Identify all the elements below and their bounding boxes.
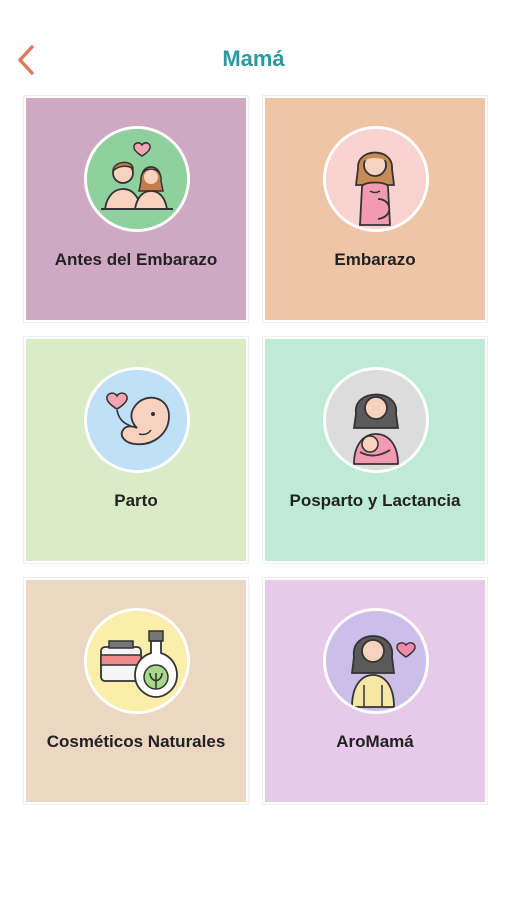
category-label: Antes del Embarazo bbox=[54, 250, 218, 269]
category-card-aromama[interactable]: AroMamá bbox=[263, 578, 487, 804]
category-card-embarazo[interactable]: Embarazo bbox=[263, 96, 487, 322]
category-card-parto[interactable]: Parto bbox=[24, 337, 248, 563]
category-label: Posparto y Lactancia bbox=[289, 491, 461, 510]
page-title: Mamá bbox=[222, 46, 285, 71]
category-grid: Antes del Embarazo Embarazo Parto Pospar… bbox=[24, 96, 487, 806]
app-header: Mamá bbox=[0, 0, 507, 100]
baby-fetus-icon bbox=[84, 367, 190, 473]
category-card-posparto-y-lactancia[interactable]: Posparto y Lactancia bbox=[263, 337, 487, 563]
pregnant-woman-icon bbox=[323, 126, 429, 232]
category-label: Embarazo bbox=[334, 250, 416, 269]
category-label: AroMamá bbox=[336, 732, 414, 751]
category-label: Parto bbox=[114, 491, 158, 510]
natural-cosmetics-icon bbox=[84, 608, 190, 714]
category-label: Cosméticos Naturales bbox=[46, 732, 226, 751]
category-card-antes-del-embarazo[interactable]: Antes del Embarazo bbox=[24, 96, 248, 322]
category-card-cosmeticos-naturales[interactable]: Cosméticos Naturales bbox=[24, 578, 248, 804]
couple-heart-icon bbox=[84, 126, 190, 232]
woman-heart-icon bbox=[323, 608, 429, 714]
breastfeeding-icon bbox=[323, 367, 429, 473]
